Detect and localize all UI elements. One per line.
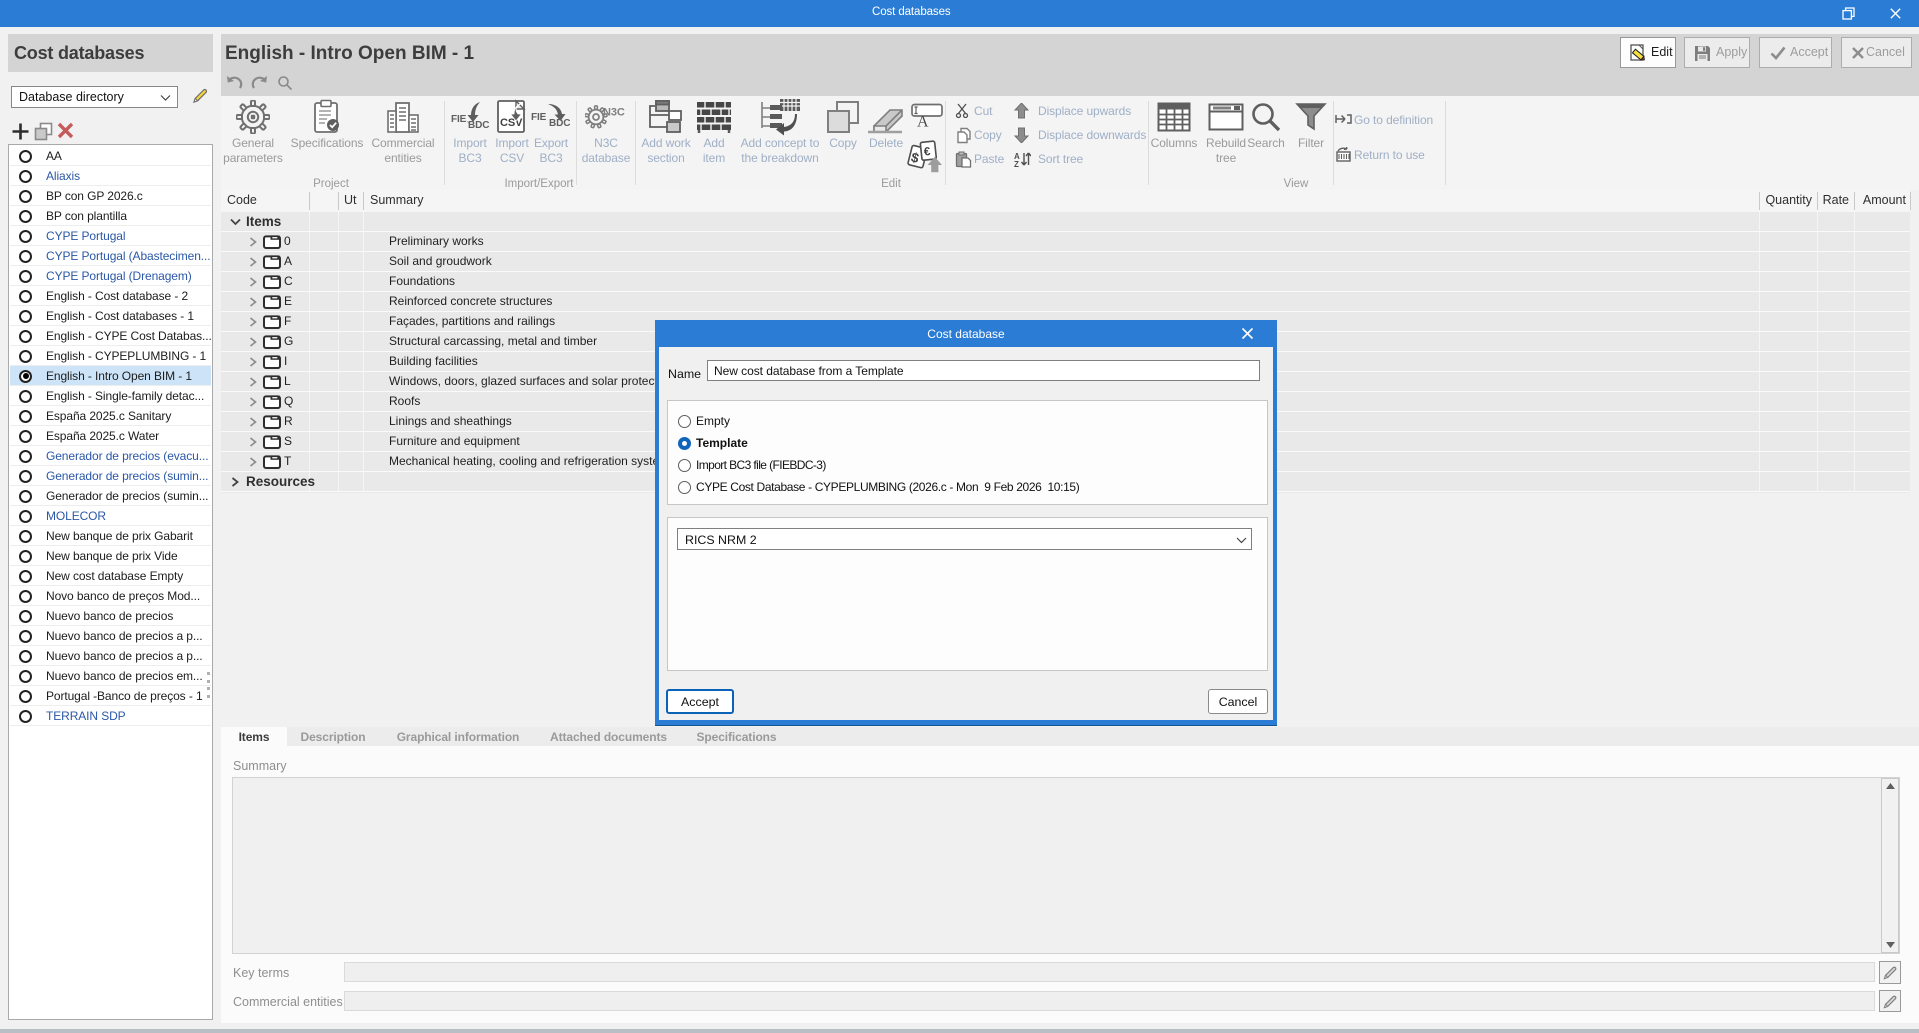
svg-text:A: A bbox=[917, 114, 929, 128]
svg-text:FIE: FIE bbox=[531, 112, 547, 123]
svg-text:Z: Z bbox=[1014, 160, 1019, 168]
svg-text:FIE: FIE bbox=[451, 114, 467, 125]
